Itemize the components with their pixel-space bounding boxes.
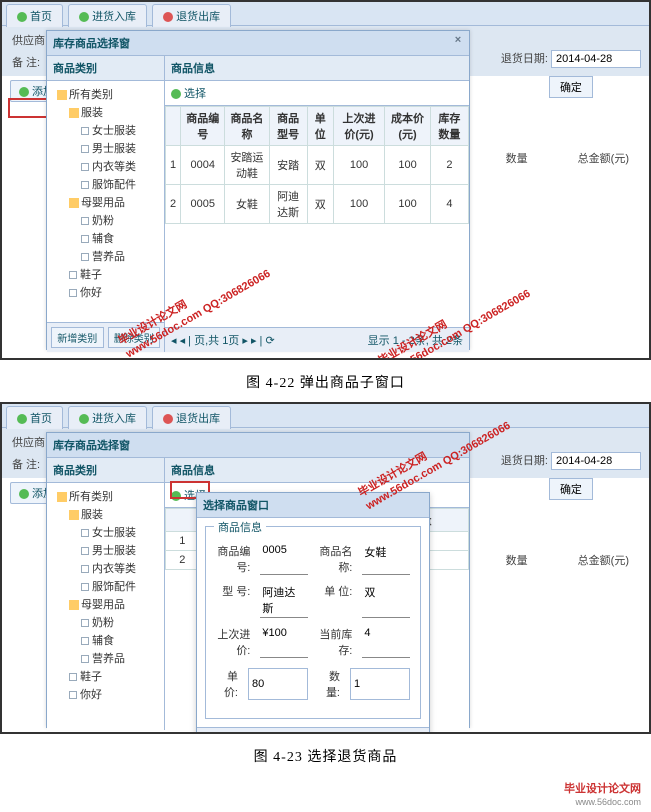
product-select-modal: 库存商品选择窗× 商品类别 所有类别 服装 女士服装 男士服装 内衣等类 服饰配… [46, 30, 470, 350]
in-icon [79, 414, 89, 424]
col: 成本价(元) [385, 107, 431, 146]
new-category-button[interactable]: 新增类别 [51, 327, 104, 348]
tree-item[interactable]: 母婴用品 [51, 193, 160, 211]
footer-watermark: 毕业设计论文网www.56doc.com [0, 776, 651, 812]
tree-item[interactable]: 服装 [51, 103, 160, 121]
leaf-icon [81, 253, 89, 261]
tab-home[interactable]: 首页 [6, 4, 63, 27]
supplier-label: 供应商: [12, 35, 48, 47]
tab-home[interactable]: 首页 [6, 406, 63, 429]
return-date-label: 退货日期: [501, 53, 548, 65]
tree-item[interactable]: 服饰配件 [51, 175, 160, 193]
tree-item[interactable]: 营养品 [51, 247, 160, 265]
remark-label: 备 注: [12, 459, 40, 471]
product-id: 0005 [260, 543, 308, 575]
leaf-icon [81, 145, 89, 153]
out-icon [163, 12, 173, 22]
col: 商品型号 [269, 107, 307, 146]
return-date-input[interactable] [551, 452, 641, 470]
col: 库存数量 [430, 107, 468, 146]
del-category-button[interactable]: 删除类别 [108, 327, 161, 348]
amount-header: 总金额(元) [578, 552, 629, 568]
table-header-row: 商品编号 商品名称 商品型号 单位 上次进价(元) 成本价(元) 库存数量 [166, 107, 469, 146]
col: 商品编号 [181, 107, 225, 146]
grid-title: 商品信息 [165, 56, 469, 81]
main-tabs: 首页 进货入库 退货出库 [2, 404, 649, 428]
leaf-icon [69, 271, 77, 279]
modal-title: 库存商品选择窗× [47, 31, 469, 56]
product-model: 阿迪达斯 [260, 583, 308, 618]
product-price: ¥100 [260, 626, 308, 658]
tab-in[interactable]: 进货入库 [68, 4, 147, 27]
product-stock: 4 [362, 626, 410, 658]
col: 上次进价(元) [333, 107, 385, 146]
pager-right: 显示 1 - 2条, 共 2条 [368, 332, 463, 348]
right-panel: 退货日期: 确定 [501, 452, 641, 500]
out-icon [163, 414, 173, 424]
caption-2: 图 4-23 选择退货商品 [0, 736, 651, 776]
qty-header: 数量 [506, 552, 528, 568]
folder-icon [69, 108, 79, 118]
category-tree: 所有类别 服装 女士服装 男士服装 内衣等类 服饰配件 母婴用品 奶粉 辅食 营… [47, 81, 164, 322]
tree-item[interactable]: 男士服装 [51, 139, 160, 157]
product-unit: 双 [362, 583, 410, 618]
pager-left: ◂ ◂ | 页,共 1页 ▸ ▸ | ⟳ [171, 332, 275, 348]
unit-price-input[interactable] [248, 668, 308, 700]
home-icon [17, 12, 27, 22]
tree-item[interactable]: 内衣等类 [51, 157, 160, 175]
product-table: 商品编号 商品名称 商品型号 单位 上次进价(元) 成本价(元) 库存数量 10… [165, 106, 469, 224]
dialog-title: 选择商品窗口 [197, 493, 429, 518]
select-product-dialog: 选择商品窗口 商品信息 商品编号:0005商品名称:女鞋 型 号:阿迪达斯单 位… [196, 492, 430, 734]
tree-item[interactable]: 你好 [51, 283, 160, 301]
col: 单位 [307, 107, 333, 146]
qty-header: 数量 [506, 150, 528, 166]
pager: ◂ ◂ | 页,共 1页 ▸ ▸ | ⟳ 显示 1 - 2条, 共 2条 [165, 327, 469, 352]
return-date-input[interactable] [551, 50, 641, 68]
grid-pane: 商品信息 选择 商品编号 商品名称 商品型号 单位 上次进价(元) 成本价(元)… [165, 56, 469, 352]
col: 商品名称 [225, 107, 269, 146]
amount-header: 总金额(元) [578, 150, 629, 166]
tab-out[interactable]: 退货出库 [152, 4, 231, 27]
table-row[interactable]: 20005女鞋阿迪达斯双1001004 [166, 185, 469, 224]
leaf-icon [81, 163, 89, 171]
confirm-button[interactable]: 确定 [549, 478, 593, 500]
tree-pane: 商品类别 所有类别 服装 女士服装 男士服装 内衣等类 服饰配件 母婴用品 奶粉… [47, 56, 165, 352]
leaf-icon [69, 289, 77, 297]
leaf-icon [81, 127, 89, 135]
tree-item[interactable]: 鞋子 [51, 265, 160, 283]
tree-item[interactable]: 女士服装 [51, 121, 160, 139]
select-button[interactable]: 选择 [171, 88, 206, 100]
right-headers: 数量 总金额(元) [506, 552, 629, 568]
home-icon [17, 414, 27, 424]
tab-out[interactable]: 退货出库 [152, 406, 231, 429]
return-date-label: 退货日期: [501, 455, 548, 467]
tree-root[interactable]: 所有类别 [51, 85, 160, 103]
folder-icon [69, 198, 79, 208]
confirm-button[interactable]: 确定 [549, 76, 593, 98]
folder-icon [57, 90, 67, 100]
supplier-label: 供应商: [12, 437, 48, 449]
remark-label: 备 注: [12, 57, 40, 69]
table-row[interactable]: 10004安踏运动鞋安踏双1001002 [166, 146, 469, 185]
modal-title: 库存商品选择窗 [47, 433, 469, 458]
fieldset-label: 商品信息 [214, 519, 266, 535]
right-headers: 数量 总金额(元) [506, 150, 629, 166]
product-name: 女鞋 [362, 543, 410, 575]
leaf-icon [81, 235, 89, 243]
qty-input[interactable] [350, 668, 410, 700]
caption-1: 图 4-22 弹出商品子窗口 [0, 362, 651, 402]
tab-in[interactable]: 进货入库 [68, 406, 147, 429]
right-panel: 退货日期: 确定 [501, 50, 641, 98]
leaf-icon [81, 217, 89, 225]
tree-item[interactable]: 奶粉 [51, 211, 160, 229]
in-icon [79, 12, 89, 22]
leaf-icon [81, 181, 89, 189]
tree-title: 商品类别 [47, 56, 164, 81]
main-tabs: 首页 进货入库 退货出库 [2, 2, 649, 26]
close-icon[interactable]: × [451, 34, 465, 48]
tree-item[interactable]: 辅食 [51, 229, 160, 247]
